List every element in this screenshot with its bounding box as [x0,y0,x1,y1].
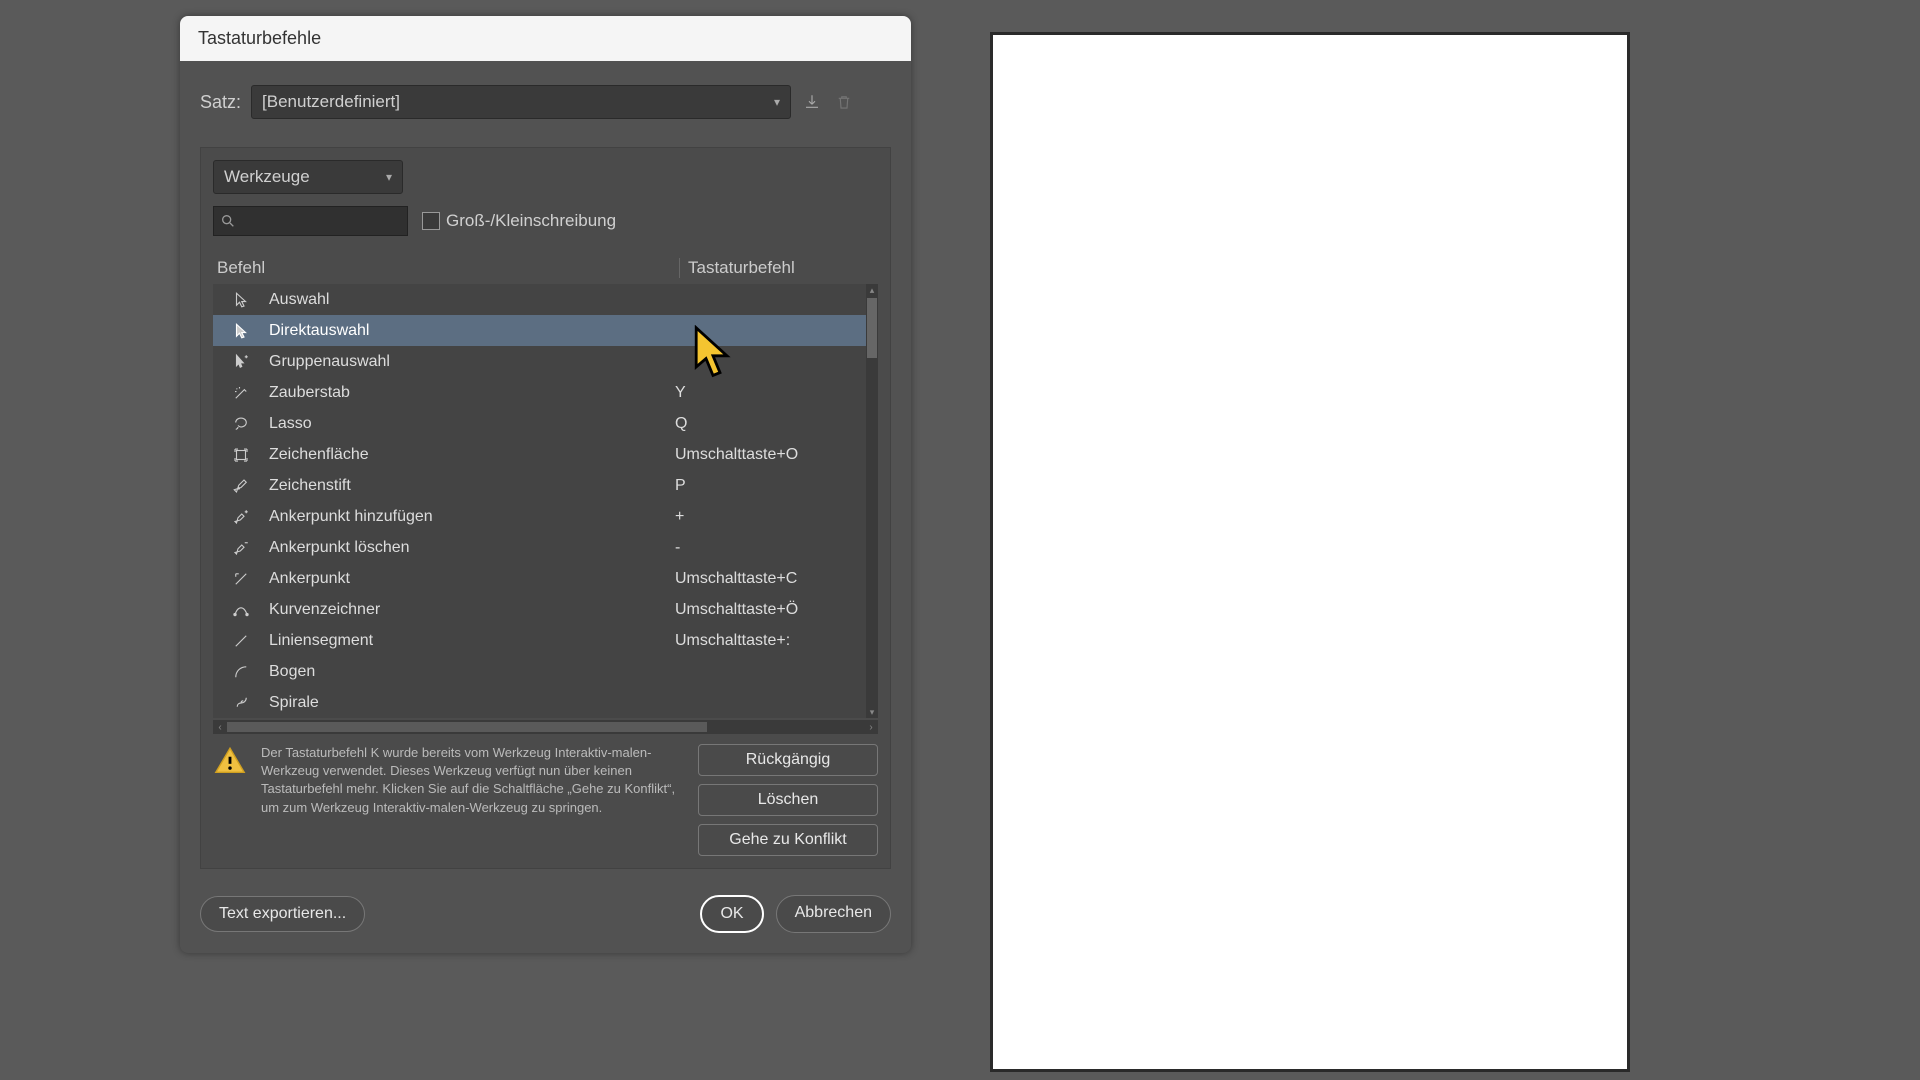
hscroll-thumb[interactable] [227,722,707,732]
shortcut-value[interactable]: Umschalttaste+C [675,570,864,588]
lasso-icon [213,415,269,433]
command-name: Direktauswahl [269,322,675,340]
commands-panel: Werkzeuge ▾ Groß-/Kleinschreibung Befehl… [200,147,891,869]
case-sensitive-checkbox[interactable] [422,212,440,230]
command-name: Bogen [269,663,675,681]
command-name: Auswahl [269,291,675,309]
scroll-down-icon[interactable]: ▾ [866,706,878,718]
table-row[interactable]: Auswahl [213,284,878,315]
category-select-value: Werkzeuge [224,167,310,187]
table-row[interactable]: Ankerpunkt hinzufügen+ [213,501,878,532]
scroll-up-icon[interactable]: ▴ [866,284,878,296]
curvature-icon [213,601,269,619]
command-name: Gruppenauswahl [269,353,675,371]
shortcut-value[interactable]: - [675,539,864,557]
command-name: Lasso [269,415,675,433]
goto-conflict-button[interactable]: Gehe zu Konflikt [698,824,878,856]
table-row[interactable]: AnkerpunktUmschalttaste+C [213,563,878,594]
table-row[interactable]: Direktauswahl [213,315,878,346]
anchor-convert-icon [213,570,269,588]
document-canvas[interactable] [990,32,1630,1072]
set-select-value: [Benutzerdefiniert] [262,92,400,112]
pen-icon [213,477,269,495]
table-row[interactable]: ZeichenflächeUmschalttaste+O [213,439,878,470]
shortcut-value[interactable]: Q [675,415,864,433]
command-name: Ankerpunkt [269,570,675,588]
line-icon [213,632,269,650]
scroll-right-icon[interactable]: › [864,722,878,733]
save-set-icon[interactable] [801,91,823,113]
table-row[interactable]: LiniensegmentUmschalttaste+: [213,625,878,656]
table-header: Befehl Tastaturbefehl [213,252,878,284]
command-name: Kurvenzeichner [269,601,675,619]
shortcut-value[interactable]: Umschalttaste+: [675,632,864,650]
command-name: Zeichenfläche [269,446,675,464]
table-row[interactable]: ZeichenstiftP [213,470,878,501]
warning-text: Der Tastaturbefehl K wurde bereits vom W… [261,744,684,856]
table-row[interactable]: Bogen [213,656,878,687]
shortcut-value[interactable]: + [675,508,864,526]
artboard-icon [213,446,269,464]
table-row[interactable]: Ankerpunkt löschen- [213,532,878,563]
case-sensitive-label: Groß-/Kleinschreibung [446,211,616,231]
category-select[interactable]: Werkzeuge ▾ [213,160,403,194]
commands-list: ▴ ▾ Auswahl Direktauswahl Gruppenauswahl Za… [213,284,878,718]
table-row[interactable]: Spirale [213,687,878,718]
pointer-plus-icon [213,353,269,371]
set-label: Satz: [200,92,241,113]
search-icon [220,213,236,229]
ok-button[interactable]: OK [700,895,763,933]
command-name: Ankerpunkt löschen [269,539,675,557]
command-name: Spirale [269,694,675,712]
shortcut-value[interactable]: Umschalttaste+Ö [675,601,864,619]
table-row[interactable]: LassoQ [213,408,878,439]
wand-icon [213,384,269,402]
pen-plus-icon [213,508,269,526]
table-row[interactable]: KurvenzeichnerUmschalttaste+Ö [213,594,878,625]
shortcut-value[interactable]: Umschalttaste+O [675,446,864,464]
delete-set-icon [833,91,855,113]
command-name: Zauberstab [269,384,675,402]
shortcut-value[interactable]: P [675,477,864,495]
pointer-outline-icon [213,291,269,309]
export-text-button[interactable]: Text exportieren... [200,896,365,932]
table-row[interactable]: Gruppenauswahl [213,346,878,377]
vertical-scrollbar[interactable]: ▴ ▾ [866,284,878,718]
arc-icon [213,663,269,681]
chevron-down-icon: ▾ [774,95,780,109]
table-row[interactable]: ZauberstabY [213,377,878,408]
column-shortcut[interactable]: Tastaturbefehl [679,258,874,278]
dialog-title: Tastaturbefehle [180,16,911,61]
undo-button[interactable]: Rückgängig [698,744,878,776]
chevron-down-icon: ▾ [386,170,392,184]
pen-minus-icon [213,539,269,557]
command-name: Zeichenstift [269,477,675,495]
clear-button[interactable]: Löschen [698,784,878,816]
shortcut-value[interactable]: Y [675,384,864,402]
keyboard-shortcuts-dialog: Tastaturbefehle Satz: [Benutzerdefiniert… [180,16,911,953]
search-input[interactable] [213,206,408,236]
cancel-button[interactable]: Abbrechen [776,895,891,933]
scroll-thumb[interactable] [867,298,877,358]
pointer-solid-icon [213,322,269,340]
scroll-left-icon[interactable]: ‹ [213,722,227,733]
command-name: Liniensegment [269,632,675,650]
set-select[interactable]: [Benutzerdefiniert] ▾ [251,85,791,119]
horizontal-scrollbar[interactable]: ‹ › [213,720,878,734]
command-name: Ankerpunkt hinzufügen [269,508,675,526]
column-command[interactable]: Befehl [217,258,679,278]
warning-icon [213,744,247,778]
spiral-icon [213,694,269,712]
